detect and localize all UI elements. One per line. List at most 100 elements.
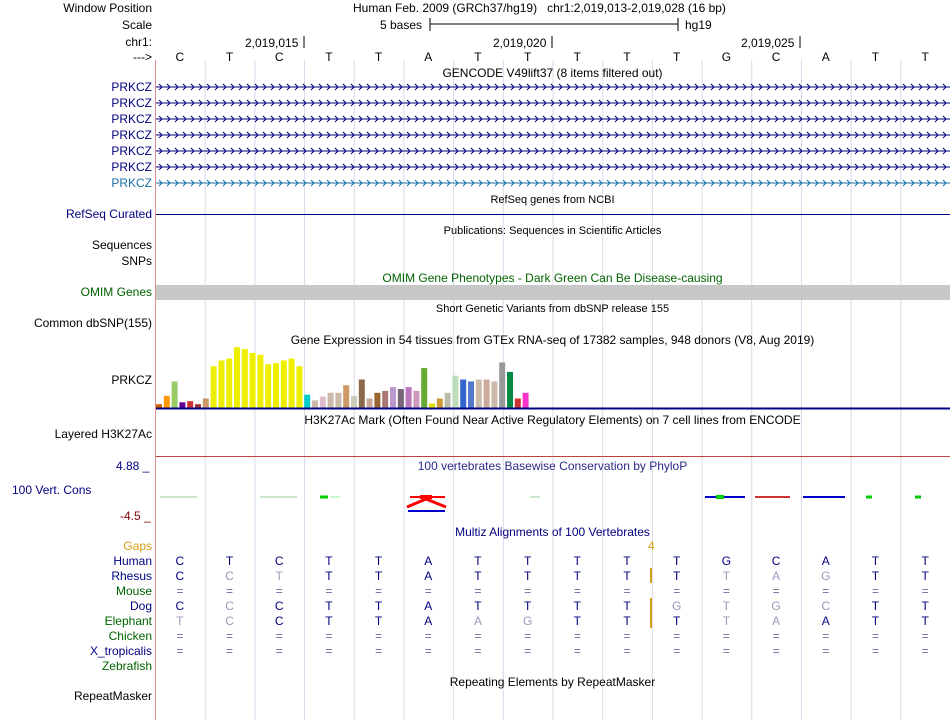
alignment-base: G xyxy=(771,599,781,613)
multiz-species-label[interactable]: Elephant xyxy=(105,614,152,628)
dbsnp-track-title[interactable]: Short Genetic Variants from dbSNP releas… xyxy=(155,302,950,316)
alignment-base: = xyxy=(822,644,830,658)
alignment-base: T xyxy=(871,569,880,583)
refseq-label[interactable]: RefSeq Curated xyxy=(66,207,152,221)
phylop-mark xyxy=(320,495,328,499)
repeatmasker-track-title[interactable]: Repeating Elements by RepeatMasker xyxy=(155,675,950,689)
alignment-base: = xyxy=(325,584,333,598)
alignment-base: = xyxy=(325,644,333,658)
alignment-base: G xyxy=(522,614,533,628)
omim-label[interactable]: OMIM Genes xyxy=(81,285,152,299)
alignment-base: T xyxy=(325,554,333,568)
multiz-species-label[interactable]: Rhesus xyxy=(111,569,152,583)
alignment-base: G xyxy=(672,599,682,613)
base-letter: A xyxy=(424,50,433,64)
alignment-base: = xyxy=(722,584,730,598)
alignment-base: = xyxy=(673,644,681,658)
gencode-item-label[interactable]: PRKCZ xyxy=(111,96,152,110)
alignment-base: T xyxy=(722,614,731,628)
multiz-species-label[interactable]: Zebrafish xyxy=(102,659,152,673)
sequences-label[interactable]: Sequences xyxy=(92,238,152,252)
phylop-track-title[interactable]: 100 vertebrates Basewise Conservation by… xyxy=(155,459,950,473)
h3k27ac-track-title[interactable]: H3K27Ac Mark (Often Found Near Active Re… xyxy=(155,413,950,427)
gtex-bar xyxy=(421,368,428,408)
base-letter: C xyxy=(175,50,185,64)
scale-db: hg19 xyxy=(685,18,712,32)
gtex-bar xyxy=(460,379,467,408)
refseq-track-title[interactable]: RefSeq genes from NCBI xyxy=(155,193,950,207)
gtex-bar xyxy=(390,387,396,408)
base-letter: T xyxy=(871,50,880,64)
gtex-gene-label[interactable]: PRKCZ xyxy=(111,373,152,387)
multiz-species-label[interactable]: Human xyxy=(113,554,152,568)
ruler-tick-label: 2,019,020 xyxy=(493,36,547,50)
gencode-item-label[interactable]: PRKCZ xyxy=(111,160,152,174)
alignment-base: = xyxy=(623,584,631,598)
gtex-bar xyxy=(358,379,365,408)
base-letter: C xyxy=(771,50,781,64)
alignment-base: = xyxy=(772,629,780,643)
alignment-base: A xyxy=(424,599,433,613)
phylop-mark xyxy=(716,495,724,499)
assembly-name: Human Feb. 2009 (GRCh37/hg19) xyxy=(353,1,538,15)
phylop-label[interactable]: 100 Vert. Cons xyxy=(12,483,91,497)
alignment-base: T xyxy=(573,599,582,613)
alignment-base: C xyxy=(225,599,234,613)
gencode-item-label[interactable]: PRKCZ xyxy=(111,144,152,158)
snps-label[interactable]: SNPs xyxy=(121,254,152,268)
gtex-bar xyxy=(249,352,256,408)
alignment-base: T xyxy=(225,554,234,568)
gap-bar xyxy=(650,568,652,583)
strand-label: ---> xyxy=(133,50,152,64)
gtex-bar xyxy=(343,385,350,408)
multiz-track-title[interactable]: Multiz Alignments of 100 Vertebrates xyxy=(155,525,950,539)
phylop-mark xyxy=(915,495,921,499)
alignment-base: T xyxy=(722,599,731,613)
alignment-base: = xyxy=(871,629,879,643)
phylop-mark xyxy=(866,495,872,499)
base-letter: T xyxy=(673,50,681,64)
gtex-bar xyxy=(202,398,209,408)
alignment-base: A xyxy=(424,569,433,583)
publications-track-title[interactable]: Publications: Sequences in Scientific Ar… xyxy=(155,224,950,238)
alignment-base: = xyxy=(822,584,830,598)
gencode-item-label[interactable]: PRKCZ xyxy=(111,176,152,190)
alignment-base: = xyxy=(673,629,681,643)
gencode-item-label[interactable]: PRKCZ xyxy=(111,128,152,142)
alignment-base: T xyxy=(325,599,333,613)
alignment-base: T xyxy=(474,554,482,568)
alignment-base: T xyxy=(623,614,631,628)
repeatmasker-label[interactable]: RepeatMasker xyxy=(74,689,152,703)
phylop-mark xyxy=(803,496,845,498)
dbsnp-label[interactable]: Common dbSNP(155) xyxy=(34,316,152,330)
alignment-base: = xyxy=(275,584,283,598)
chrom-label: chr1: xyxy=(125,35,152,49)
alignment-base: = xyxy=(424,584,432,598)
gtex-track-title[interactable]: Gene Expression in 54 tissues from GTEx … xyxy=(155,333,950,347)
alignment-base: T xyxy=(573,569,582,583)
gtex-bar xyxy=(288,358,295,408)
multiz-species-label[interactable]: Chicken xyxy=(109,629,152,643)
h3k27ac-label[interactable]: Layered H3K27Ac xyxy=(55,427,152,441)
alignment-base: = xyxy=(772,584,780,598)
gtex-bar xyxy=(374,392,381,408)
base-letter: T xyxy=(225,50,234,64)
gencode-track-title[interactable]: GENCODE V49lift37 (8 items filtered out) xyxy=(155,66,950,80)
gtex-bar xyxy=(366,398,373,408)
multiz-species-label[interactable]: X_tropicalis xyxy=(90,644,152,658)
gencode-item-label[interactable]: PRKCZ xyxy=(111,80,152,94)
omim-track-title[interactable]: OMIM Gene Phenotypes - Dark Green Can Be… xyxy=(155,271,950,285)
alignment-base: T xyxy=(325,614,333,628)
alignment-base: = xyxy=(375,584,383,598)
gtex-bar xyxy=(413,390,420,408)
alignment-base: A xyxy=(821,614,830,628)
gencode-item-label[interactable]: PRKCZ xyxy=(111,112,152,126)
gtex-bar xyxy=(163,395,170,408)
multiz-species-label[interactable]: Dog xyxy=(130,599,152,613)
alignment-base: = xyxy=(722,629,730,643)
multiz-species-label[interactable]: Mouse xyxy=(116,584,152,598)
base-letter: T xyxy=(325,50,333,64)
gtex-bar xyxy=(507,371,513,408)
phylop-mark xyxy=(530,496,540,498)
ruler-tick-label: 2,019,015 xyxy=(245,36,299,50)
